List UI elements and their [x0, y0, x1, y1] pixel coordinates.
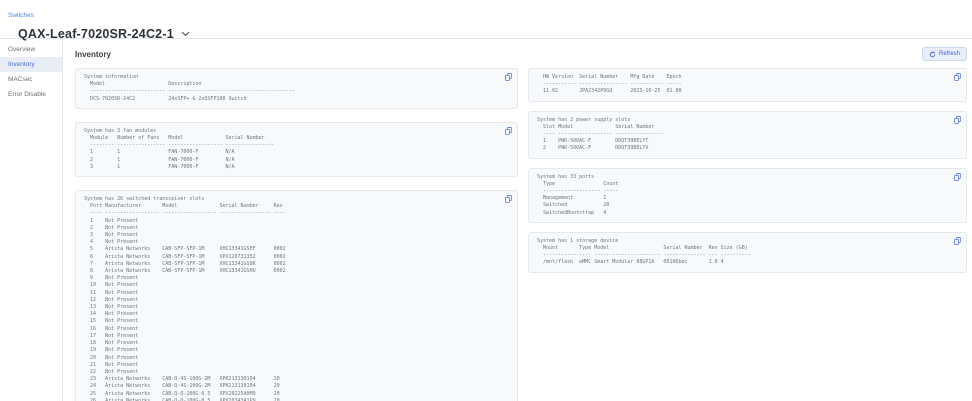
refresh-button-label: Refresh [939, 51, 960, 57]
panel-fan-modules: System has 3 fan modules Module Number o… [75, 122, 518, 177]
panel-hw-version: HW Version Serial Number Mfg Date Epoch … [528, 68, 967, 102]
fan-modules-text: System has 3 fan modules Module Number o… [84, 128, 509, 171]
copy-button[interactable] [504, 126, 513, 136]
copy-icon [954, 237, 961, 245]
main-content: Inventory Refresh Syst [63, 39, 972, 401]
panel-system-information: System information Model Description ---… [75, 68, 518, 109]
refresh-button[interactable]: Refresh [922, 47, 967, 61]
transceiver-slots-text: System has 26 switched transceiver slots… [84, 196, 509, 401]
breadcrumb-switches-link[interactable]: Switches [8, 12, 34, 19]
panel-power-supply-slots: System has 2 power supply slots Slot Mod… [528, 111, 967, 159]
ports-text: System has 33 ports Type Count ---------… [537, 174, 958, 217]
copy-button[interactable] [504, 72, 513, 82]
hw-version-text: HW Version Serial Number Mfg Date Epoch … [537, 74, 958, 96]
content-header: Inventory Refresh [75, 47, 967, 61]
page-body: Overview Inventory MACsec Error Disable … [0, 38, 972, 401]
refresh-icon [929, 51, 936, 58]
sidebar-item-error-disable[interactable]: Error Disable [0, 87, 62, 102]
top-header: Switches QAX-Leaf-7020SR-24C2-1 [0, 0, 972, 38]
sidebar-item-macsec[interactable]: MACsec [0, 72, 62, 87]
copy-icon [505, 127, 512, 135]
copy-icon [954, 173, 961, 181]
copy-button[interactable] [953, 72, 962, 82]
copy-icon [954, 73, 961, 81]
panel-storage-device: System has 1 storage device Mount Type M… [528, 232, 967, 273]
copy-icon [954, 116, 961, 124]
copy-button[interactable] [504, 194, 513, 204]
panel-columns: System information Model Description ---… [75, 68, 967, 401]
system-information-text: System information Model Description ---… [84, 74, 509, 103]
panel-transceiver-slots: System has 26 switched transceiver slots… [75, 190, 518, 401]
right-column: HW Version Serial Number Mfg Date Epoch … [528, 68, 967, 273]
panel-ports: System has 33 ports Type Count ---------… [528, 168, 967, 223]
left-column: System information Model Description ---… [75, 68, 518, 401]
section-title: Inventory [75, 50, 111, 59]
sidebar: Overview Inventory MACsec Error Disable [0, 39, 63, 401]
sidebar-item-inventory[interactable]: Inventory [0, 57, 62, 72]
power-supply-slots-text: System has 2 power supply slots Slot Mod… [537, 117, 958, 153]
copy-button[interactable] [953, 172, 962, 182]
copy-icon [505, 73, 512, 81]
copy-icon [505, 195, 512, 203]
sidebar-item-overview[interactable]: Overview [0, 42, 62, 57]
copy-button[interactable] [953, 115, 962, 125]
storage-device-text: System has 1 storage device Mount Type M… [537, 238, 958, 267]
copy-button[interactable] [953, 236, 962, 246]
chevron-down-icon [181, 31, 190, 37]
